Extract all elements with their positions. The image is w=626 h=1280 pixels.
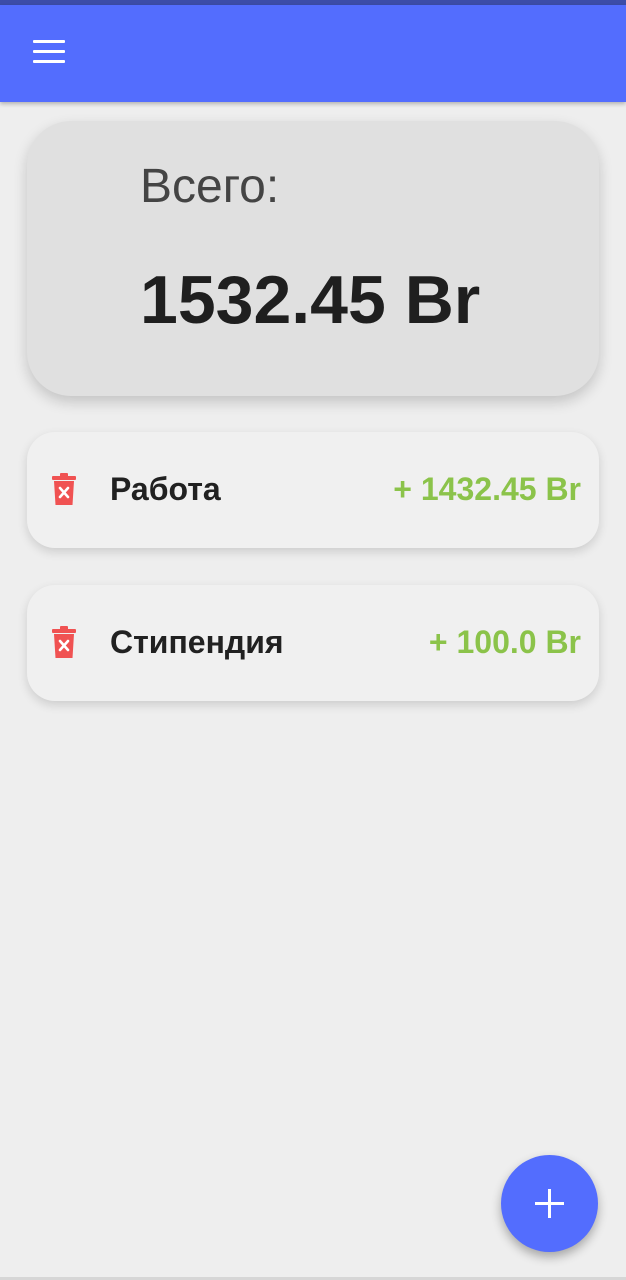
total-card: Всего: 1532.45 Br (27, 121, 599, 396)
delete-trash-icon[interactable] (51, 625, 85, 661)
total-value: 1532.45 Br (140, 262, 481, 338)
add-entry-button[interactable] (501, 1155, 598, 1252)
entry-amount: + 1432.45 Br (393, 471, 581, 507)
app-screen: Всего: 1532.45 Br Работа + 1432.45 Br Ст… (0, 0, 626, 1280)
entry-name: Стипендия (110, 624, 284, 660)
plus-icon (535, 1189, 564, 1218)
app-bar (0, 5, 626, 102)
total-label: Всего: (140, 160, 280, 213)
list-item[interactable]: Работа + 1432.45 Br (27, 432, 599, 548)
entry-name: Работа (110, 471, 221, 507)
hamburger-menu-icon[interactable] (22, 31, 76, 75)
entry-amount: + 100.0 Br (428, 624, 581, 660)
delete-trash-icon[interactable] (51, 472, 85, 508)
list-item[interactable]: Стипендия + 100.0 Br (27, 585, 599, 701)
